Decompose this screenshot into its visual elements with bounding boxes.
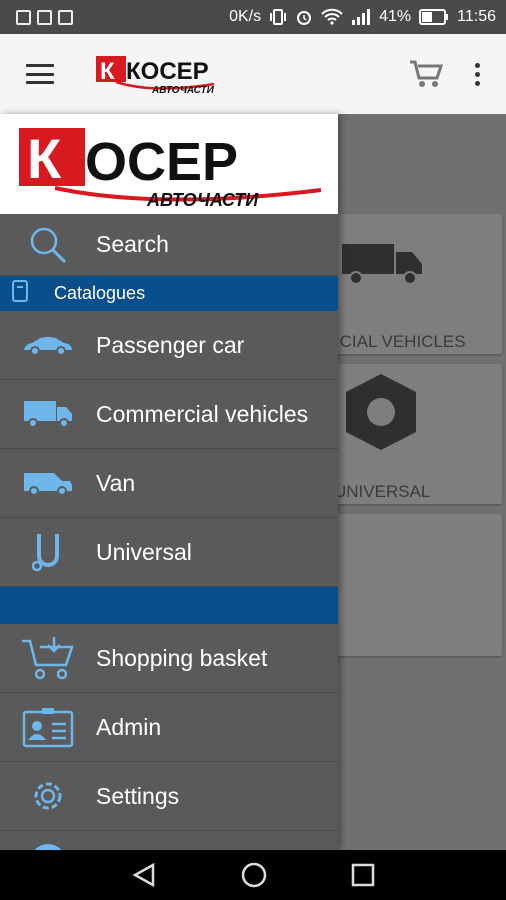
brand-logo-large: К ОСЕР АВТОЧАСТИ: [19, 127, 322, 210]
section-catalogues: Catalogues: [0, 276, 338, 311]
drawer-item-commercial-vehicles[interactable]: Commercial vehicles: [0, 380, 338, 449]
alarm-icon: [297, 11, 312, 25]
wifi-icon: [321, 8, 343, 25]
status-bar: 0K/s 41% 11:56: [0, 0, 506, 34]
clock: 11:56: [457, 8, 496, 25]
shield-icon: [58, 9, 73, 25]
notification-icon: [16, 9, 31, 25]
vibrate-icon: [270, 9, 287, 25]
battery-icon: [419, 9, 449, 25]
universal-icon: [31, 534, 59, 572]
section-divider: [0, 587, 338, 624]
recents-icon[interactable]: [351, 863, 375, 887]
cart-icon[interactable]: [409, 59, 443, 89]
drawer-item-label: Settings: [96, 782, 180, 809]
svg-text:АВТОЧАСТИ: АВТОЧАСТИ: [146, 190, 259, 210]
back-icon[interactable]: [131, 862, 157, 888]
search-icon: [30, 227, 67, 263]
section-catalogues-label: Catalogues: [54, 283, 146, 303]
app-bar: К КОСЕР АВТОЧАСТИ: [0, 34, 506, 114]
system-nav-bar: [0, 850, 506, 900]
drawer-item-shopping-basket[interactable]: Shopping basket: [0, 624, 338, 693]
battery-percent: 41%: [379, 8, 412, 25]
drawer-item-universal[interactable]: Universal: [0, 518, 338, 587]
svg-text:АВТОЧАСТИ: АВТОЧАСТИ: [151, 85, 215, 96]
catalogue-icon: [12, 280, 28, 302]
van-icon: [24, 473, 72, 496]
drawer-item-settings[interactable]: Settings: [0, 762, 338, 831]
drawer-item-admin[interactable]: Admin: [0, 693, 338, 762]
gear-icon: [34, 782, 62, 810]
admin-icon: [22, 708, 74, 748]
notification-icons: [0, 9, 73, 25]
svg-text:КОСЕР: КОСЕР: [126, 58, 209, 85]
drawer-item-label: Universal: [96, 538, 192, 565]
drawer-item-label: Shopping basket: [96, 644, 268, 671]
drawer-search-label: Search: [96, 231, 169, 257]
drawer-item-label: Van: [96, 469, 136, 496]
car-icon: [24, 337, 72, 356]
signal-icon: [352, 9, 371, 25]
drawer-item-label: Admin: [96, 713, 162, 740]
cart-icon: [22, 637, 74, 680]
tile-commercial-label: ERCIAL VEHICLES: [316, 332, 466, 351]
brand-logo[interactable]: К КОСЕР АВТОЧАСТИ: [94, 52, 234, 96]
truck-icon: [342, 244, 422, 285]
drawer-item-passenger-car[interactable]: Passenger car: [0, 311, 338, 380]
hex-nut-icon: [346, 374, 416, 450]
svg-text:К: К: [27, 127, 62, 190]
drawer-header: К ОСЕР АВТОЧАСТИ: [0, 114, 338, 214]
home-icon[interactable]: [240, 861, 268, 889]
svg-text:ОСЕР: ОСЕР: [85, 132, 238, 192]
drawer-item-label: Commercial vehicles: [96, 400, 309, 427]
truck-icon: [24, 401, 72, 428]
drawer-item-label: Passenger car: [96, 331, 245, 358]
drawer-item-van[interactable]: Van: [0, 449, 338, 518]
tile-universal-label: UNIVERSAL: [334, 482, 431, 501]
image-icon: [37, 9, 52, 25]
navigation-drawer: К ОСЕР АВТОЧАСТИ Search Catalogues Passe…: [0, 114, 338, 850]
drawer-search[interactable]: Search: [0, 214, 338, 276]
menu-icon[interactable]: [26, 64, 54, 84]
network-speed: 0K/s: [229, 8, 262, 25]
more-options-icon[interactable]: [475, 62, 480, 86]
svg-text:К: К: [100, 58, 115, 85]
